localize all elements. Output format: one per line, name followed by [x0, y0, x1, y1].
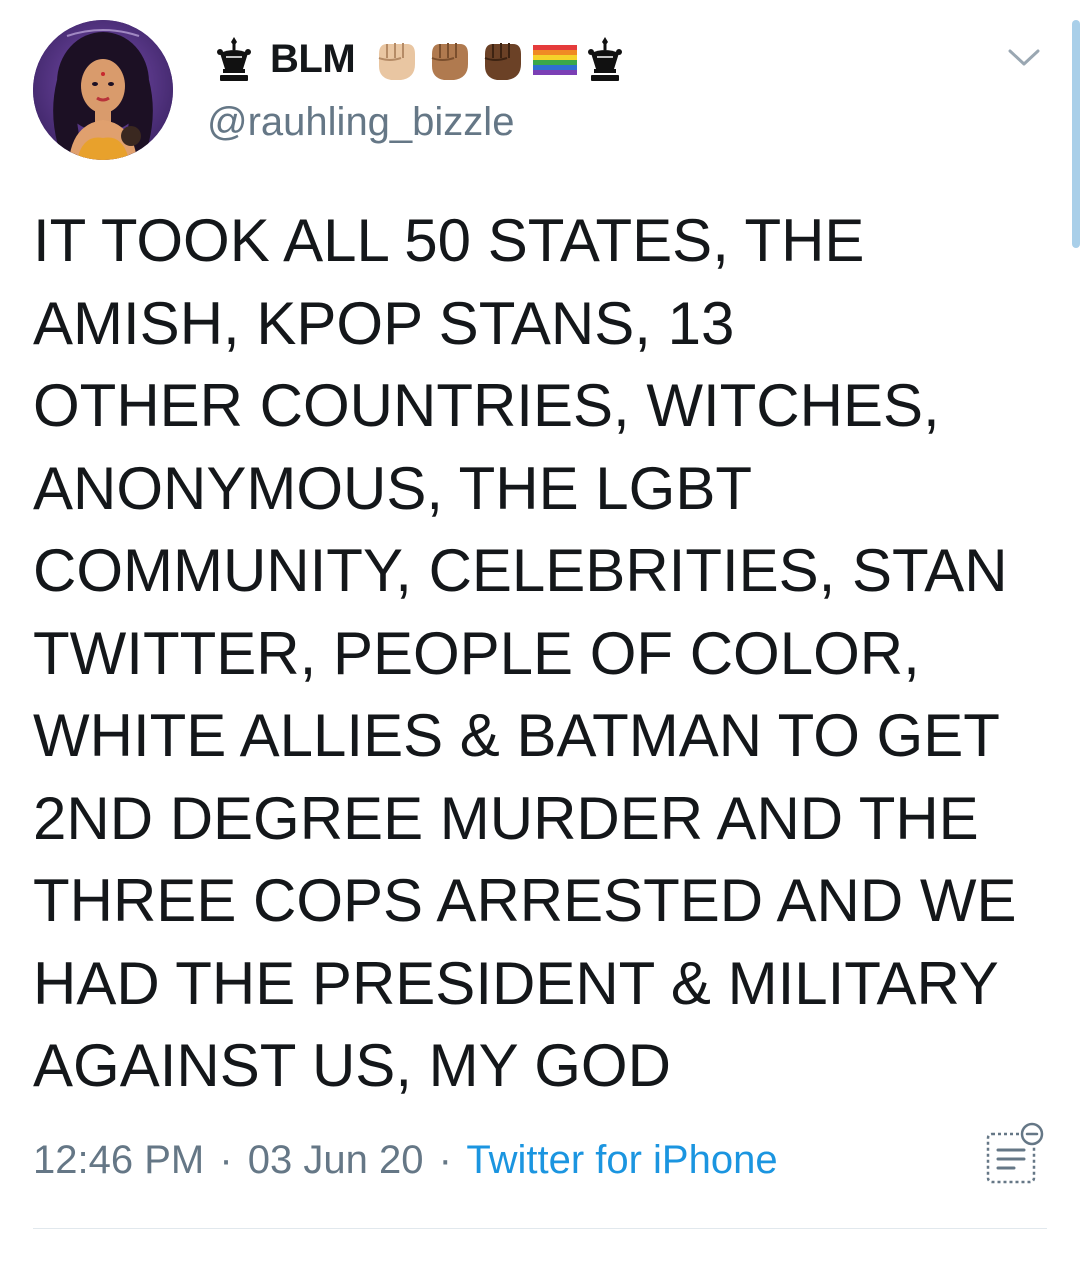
raised-fist-medium-icon [424, 34, 474, 84]
tweet-line: AGAINST US, MY GOD [33, 1032, 671, 1099]
scrollbar[interactable] [1072, 20, 1080, 248]
tweet-line: AMISH, KPOP STANS, 13 [33, 289, 735, 357]
raised-fist-dark-icon [477, 34, 527, 84]
tweet-date[interactable]: 03 Jun 20 [248, 1138, 424, 1182]
tweet-source-link[interactable]: Twitter for iPhone [466, 1138, 777, 1182]
tweet-page: BLM @rauhling_bizzle IT TOOK ALL 50 STAT… [0, 0, 1080, 1266]
raised-fist-light-icon [371, 34, 421, 84]
user-handle[interactable]: @rauhling_bizzle [207, 100, 514, 145]
display-name[interactable]: BLM [212, 32, 627, 86]
avatar[interactable] [33, 20, 173, 160]
tweet-line: WHITE ALLIES & BATMAN TO GET [33, 702, 1000, 769]
tweet-metadata: 12:46 PM · 03 Jun 20 · Twitter for iPhon… [33, 1138, 778, 1183]
tweet-line: IT TOOK ALL 50 STATES, THE [33, 207, 865, 274]
chevron-down-icon[interactable] [1006, 42, 1042, 72]
divider [33, 1228, 1047, 1229]
tweet-time[interactable]: 12:46 PM [33, 1138, 204, 1182]
meta-separator: · [219, 1138, 233, 1182]
tweet-text: IT TOOK ALL 50 STATES, THE AMISH, KPOP S… [33, 200, 1043, 1108]
tweet-line: 2ND DEGREE MURDER AND THE [33, 784, 979, 852]
tweet-line: THREE COPS ARRESTED AND WE [33, 867, 1017, 934]
tweet-line: ANONYMOUS, THE LGBT [33, 454, 753, 522]
display-name-text: BLM [270, 36, 356, 81]
tweet-line: HAD THE PRESIDENT & MILITARY [33, 949, 999, 1017]
crown-icon [583, 35, 627, 83]
meta-separator: · [438, 1138, 452, 1182]
tweet-line: COMMUNITY, CELEBRITIES, STAN [33, 537, 1008, 604]
notes-icon[interactable] [982, 1120, 1046, 1186]
tweet-line: TWITTER, PEOPLE OF COLOR, [33, 619, 920, 687]
rainbow-flag-icon [530, 34, 580, 84]
tweet-line: OTHER COUNTRIES, WITCHES, [33, 372, 940, 439]
crown-icon [212, 35, 256, 83]
